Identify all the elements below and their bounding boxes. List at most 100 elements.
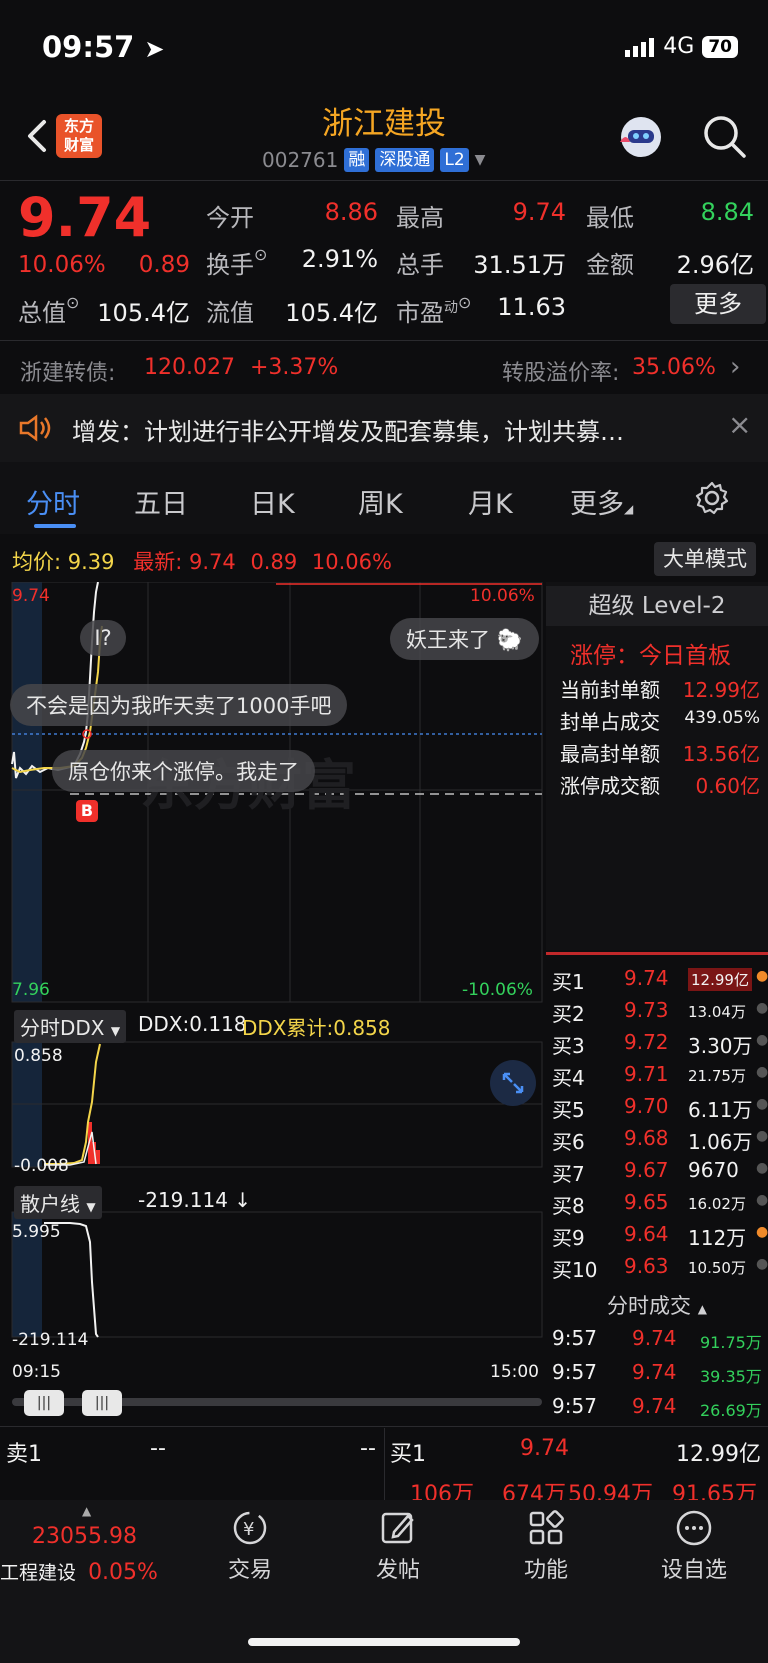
turnover-value: 2.91% [301,245,378,273]
pre-market-shade [12,582,42,1002]
open-label: 今开 [206,204,254,232]
pct-axis-top: 10.06% [470,586,535,606]
premium-value: 35.06% [632,355,716,380]
tab-weekly-k[interactable]: 周K [358,482,403,521]
retail-header: 散户线 ▼ -219.114 ↓ [12,1184,542,1219]
edit-icon [381,1512,414,1544]
status-time: 09:57 ➤ [42,30,165,64]
nav-functions[interactable]: 功能 [476,1508,616,1584]
change-abs: 0.89 [138,252,190,278]
robot-assistant-icon[interactable] [616,112,666,162]
ddx-selector[interactable]: 分时DDX ▼ [14,1010,127,1043]
search-icon[interactable] [700,112,748,160]
change-pct: 10.06% [18,252,106,278]
comment-bubble[interactable]: 原仓你来个涨停。我走了 [52,750,315,792]
level2-title[interactable]: 超级 Level-2 [546,586,768,626]
slider-handle-right[interactable]: ||| [82,1390,122,1416]
y-axis-top: 9.74 [12,586,50,606]
ddx-cum-label: DDX累计:0.858 [242,1016,391,1040]
header-divider [0,180,768,181]
retail-value: -219.114 ↓ [138,1188,252,1212]
chevron-right-icon: › [730,352,741,382]
nav-add-watchlist[interactable]: 设自选 [624,1508,764,1584]
more-button[interactable]: 更多 [670,284,766,324]
low-label: 最低 [586,204,634,232]
bond-change: +3.37% [250,355,339,380]
nav-post[interactable]: 发帖 [328,1508,468,1584]
tag-l2: L2 [440,148,469,172]
ticks-title[interactable]: 分时成交 ▲ [546,1288,768,1324]
comment-bubble[interactable]: 妖王来了 🐑 [390,618,539,660]
battery-icon: 70 [702,35,738,58]
expand-up-icon[interactable]: ▲ [82,1504,91,1518]
expand-icon[interactable] [490,1060,536,1106]
ddx-header: 分时DDX ▼ DDX:0.118 DDX累计:0.858 [12,1008,542,1043]
info-icon: ⊙ [254,245,268,264]
index-info[interactable]: 工程建设 0.05% [0,1558,170,1585]
comment-bubble-question[interactable]: I? [80,620,126,656]
y-axis-bottom: 7.96 [12,980,50,1000]
l2-label: 最高封单额 [560,742,660,766]
comment-bubble[interactable]: 不会是因为我昨天卖了1000手吧 [10,684,348,726]
bottom-divider [0,1426,768,1427]
pe-label: 市盈动⊙ [396,293,472,327]
index-value[interactable]: 23055.98 [32,1524,137,1549]
avatar-icon: 🐑 [496,628,523,652]
ddx-label: DDX:0.118 [138,1012,247,1036]
high-value: 9.74 [512,198,566,226]
bottom-quote-bar[interactable]: 卖1 -- -- 买1 9.74 12.99亿 106万 674万 50.94万… [0,1428,768,1507]
network-type: 4G [663,34,695,59]
notice-bar[interactable]: 增发：计划进行非公开增发及配套募集，计划共募… × [0,394,768,462]
buy-marker[interactable]: B [76,800,98,822]
stock-meta[interactable]: 002761 融 深股通 L2 ▼ [262,148,485,172]
l2-value: 12.99亿 [682,678,760,702]
amount-value: 2.96亿 [676,251,754,279]
open-value: 8.86 [324,198,378,226]
retail-y-top: 5.995 [12,1222,61,1242]
tab-five-day[interactable]: 五日 [134,482,188,521]
quote-divider [0,340,768,341]
tab-monthly-k[interactable]: 月K [468,482,513,521]
home-indicator [248,1638,520,1646]
trade-icon: ¥ [233,1511,267,1545]
pe-value: 11.63 [497,293,566,321]
time-axis-end: 15:00 [490,1362,539,1382]
current-price: 9.74 [18,186,152,249]
l2-value: 0.60亿 [695,774,760,798]
close-icon[interactable]: × [728,408,751,441]
nav-trade[interactable]: ¥ 交易 [180,1508,320,1584]
premium-label: 转股溢价率: [502,361,620,386]
slider-handle-left[interactable]: ||| [24,1390,64,1416]
signal-icon [625,37,655,57]
settings-gear-icon[interactable] [694,480,730,516]
status-indicators: 4G 70 [625,34,738,59]
location-icon: ➤ [144,35,165,63]
l2-label: 当前封单额 [560,678,660,702]
volume-value: 31.51万 [473,251,566,279]
turnover-label: 换手⊙ [206,245,268,279]
convertible-bond-row[interactable]: 浙建转债: 120.027 +3.37% 转股溢价率: 35.06% › [20,352,760,386]
chart-summary: 均价: 9.39 最新: 9.74 0.89 10.06% [12,550,392,574]
tag-margin: 融 [344,148,370,172]
tab-daily-k[interactable]: 日K [250,482,295,521]
tab-active-indicator [34,524,76,528]
ddx-y-bottom: -0.008 [14,1156,69,1176]
l2-label: 封单占成交 [560,710,660,734]
l2-label: 涨停成交额 [560,774,660,798]
stock-code: 002761 [262,148,339,172]
bond-name: 浙建转债: [20,361,116,386]
big-order-mode-button[interactable]: 大单模式 [654,542,756,576]
tab-intraday[interactable]: 分时 [26,482,80,521]
limit-up-status: 涨停：今日首板 [570,643,731,669]
mktcap-value: 105.4亿 [97,299,190,327]
retail-y-bottom: -219.114 [12,1330,89,1350]
mktcap-label: 总值⊙ [18,293,80,327]
speaker-icon [19,414,51,442]
l2-value: 13.56亿 [682,742,760,766]
pct-axis-bottom: -10.06% [462,980,533,1000]
dropdown-icon: ▼ [474,152,486,168]
notice-text: 增发：计划进行非公开增发及配套募集，计划共募… [72,418,624,446]
orderbook-divider [546,952,768,955]
tab-more[interactable]: 更多◢ [570,482,633,521]
retail-selector[interactable]: 散户线 ▼ [14,1186,102,1219]
